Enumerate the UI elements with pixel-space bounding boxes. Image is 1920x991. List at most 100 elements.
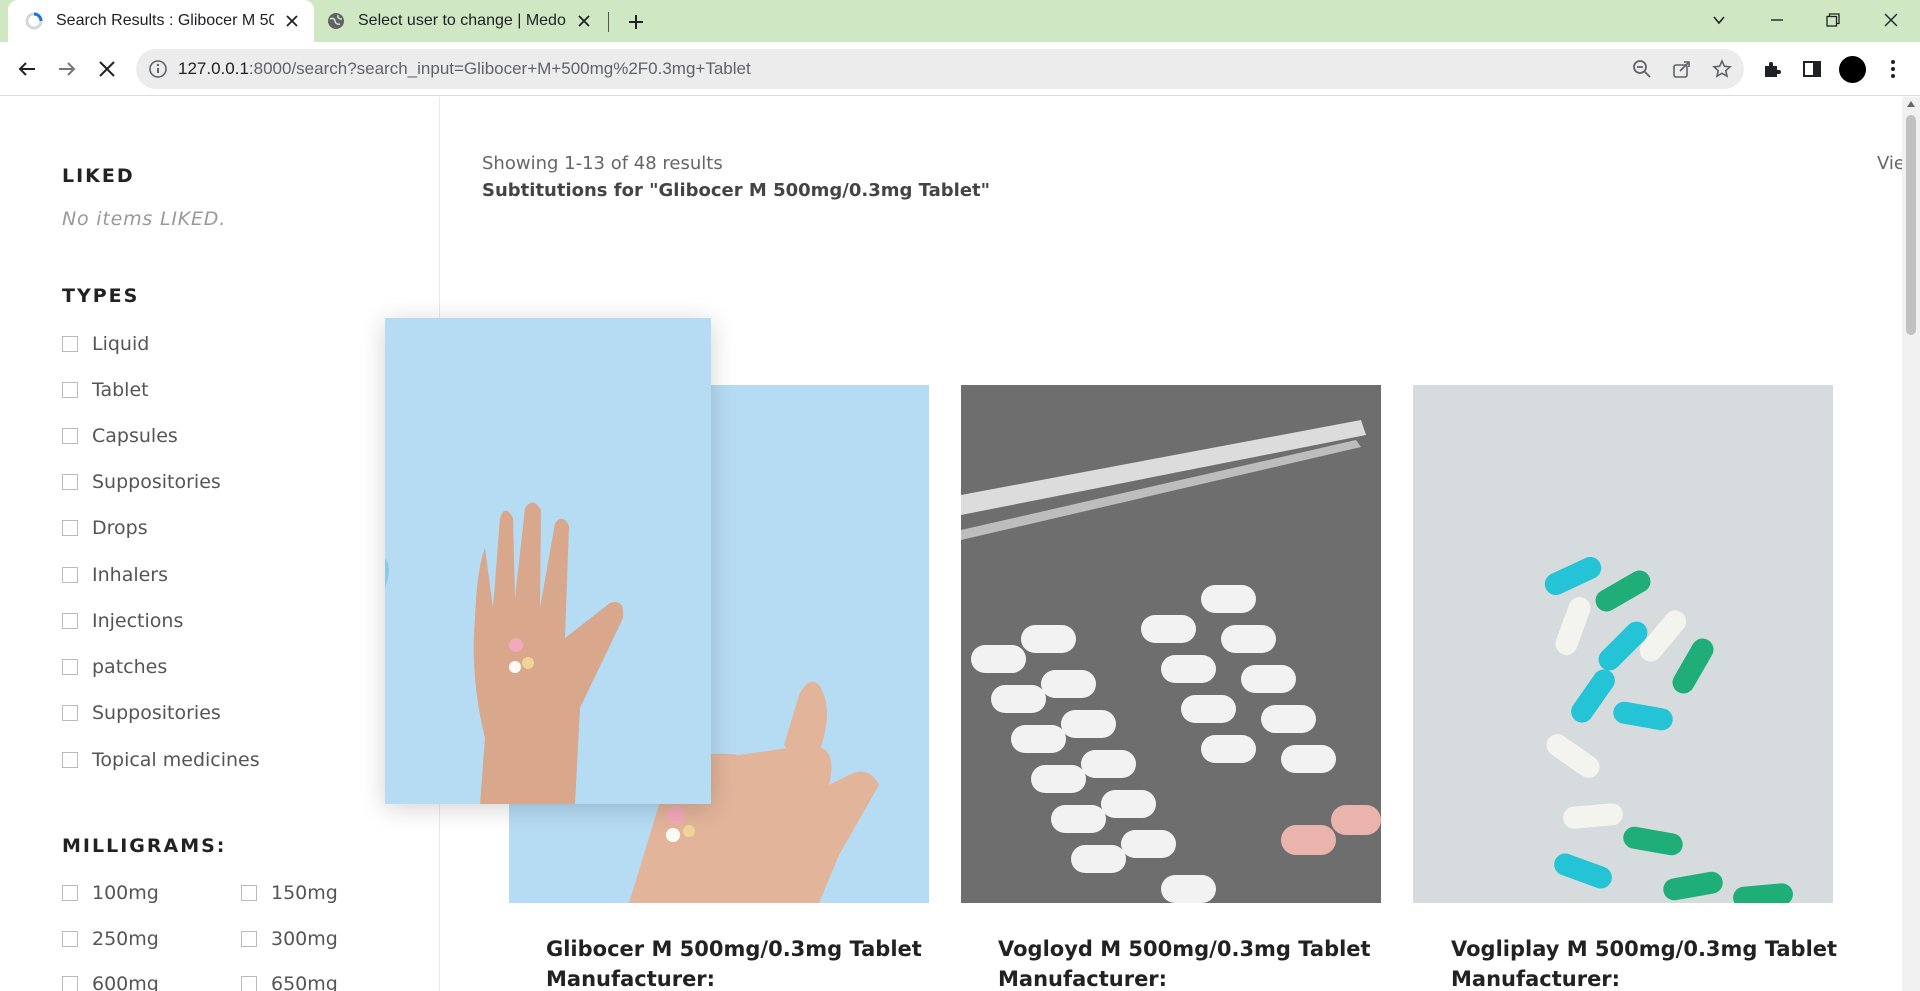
back-button[interactable] [12, 54, 42, 84]
arrow-left-icon [18, 62, 35, 76]
bookmark-star-icon[interactable] [1711, 58, 1733, 80]
close-tab-icon[interactable] [280, 9, 304, 33]
checkbox[interactable] [62, 520, 78, 536]
liked-empty-text: No items LIKED. [62, 208, 227, 230]
milligrams-heading: MILLIGRAMS: [62, 835, 227, 857]
tab-search-results[interactable]: Search Results : Glibocer M 500mg/0.3mg … [8, 0, 314, 42]
product-name[interactable]: Glibocer M 500mg/0.3mg Tablet [546, 937, 922, 961]
close-tab-icon[interactable] [572, 9, 596, 33]
side-panel-icon[interactable] [1798, 55, 1826, 83]
mg-filter-150[interactable]: 150mg [241, 882, 338, 904]
url-path: :8000/search?search_input=Glibocer+M+500… [248, 59, 751, 78]
browser-toolbar: 127.0.0.1:8000/search?search_input=Glibo… [0, 42, 1920, 96]
extensions-puzzle-icon[interactable] [1758, 55, 1786, 83]
checkbox[interactable] [241, 885, 257, 901]
type-label: Tablet [92, 379, 149, 401]
new-tab-button[interactable] [622, 8, 650, 36]
checkbox[interactable] [62, 567, 78, 583]
substitutions-title: Subtitutions for "Glibocer M 500mg/0.3mg… [482, 180, 991, 201]
loading-favicon-icon [25, 12, 43, 30]
tab-search-button[interactable] [1703, 4, 1735, 36]
tablets-tweezers-photo [961, 385, 1381, 903]
close-icon [99, 61, 115, 77]
share-icon[interactable] [1671, 58, 1693, 80]
checkbox[interactable] [62, 885, 78, 901]
product-image-vogliplay[interactable] [1413, 385, 1833, 903]
checkbox[interactable] [241, 931, 257, 947]
tab-separator [608, 12, 609, 32]
type-filter-suppositories[interactable]: Suppositories [62, 471, 221, 493]
checkbox[interactable] [62, 474, 78, 490]
checkbox[interactable] [62, 931, 78, 947]
type-filter-tablet[interactable]: Tablet [62, 379, 149, 401]
checkbox[interactable] [62, 382, 78, 398]
type-filter-topical[interactable]: Topical medicines [62, 749, 260, 771]
type-label: Suppositories [92, 471, 221, 493]
page-scrollbar[interactable] [1902, 97, 1920, 991]
profile-avatar[interactable] [1839, 56, 1866, 83]
tab-strip: Search Results : Glibocer M 500mg/0.3mg … [0, 0, 1920, 42]
mg-label: 100mg [92, 882, 159, 904]
forward-button[interactable] [52, 54, 82, 84]
view-toggle[interactable]: Vie [1877, 153, 1905, 174]
plus-icon [629, 15, 643, 29]
chrome-menu-icon[interactable] [1879, 55, 1907, 83]
mg-filter-650[interactable]: 650mg [241, 973, 338, 991]
product-name[interactable]: Vogloyd M 500mg/0.3mg Tablet [998, 937, 1371, 961]
checkbox[interactable] [62, 752, 78, 768]
chevron-down-icon [1713, 16, 1725, 25]
mg-label: 300mg [271, 928, 338, 950]
liked-heading: LIKED [62, 165, 135, 187]
checkbox[interactable] [62, 336, 78, 352]
type-filter-capsules[interactable]: Capsules [62, 425, 178, 447]
scrollbar-thumb[interactable] [1906, 115, 1916, 335]
product-name[interactable]: Vogliplay M 500mg/0.3mg Tablet [1451, 937, 1837, 961]
type-label: Capsules [92, 425, 178, 447]
stop-loading-button[interactable] [92, 54, 122, 84]
checkbox[interactable] [241, 976, 257, 991]
capsules-photo [1413, 385, 1833, 903]
product-manufacturer: Manufacturer: [998, 967, 1168, 991]
mg-filter-300[interactable]: 300mg [241, 928, 338, 950]
checkbox[interactable] [62, 428, 78, 444]
checkbox[interactable] [62, 613, 78, 629]
mg-filter-100[interactable]: 100mg [62, 882, 159, 904]
info-icon[interactable] [148, 59, 168, 79]
scroll-up-arrow-icon[interactable] [1907, 101, 1915, 107]
type-filter-liquid[interactable]: Liquid [62, 333, 149, 355]
restore-button[interactable] [1817, 4, 1849, 36]
checkbox[interactable] [62, 976, 78, 991]
type-label: patches [92, 656, 168, 678]
tab-title: Select user to change | Medopt Admin [358, 12, 566, 29]
restore-icon [1826, 13, 1840, 27]
page-content: LIKED No items LIKED. TYPES Liquid Table… [0, 97, 1920, 991]
url-host: 127.0.0.1 [178, 59, 249, 78]
type-filter-suppositories-2[interactable]: Suppositories [62, 702, 221, 724]
type-filter-inhalers[interactable]: Inhalers [62, 564, 168, 586]
mg-label: 600mg [92, 973, 159, 991]
checkbox[interactable] [62, 705, 78, 721]
type-label: Topical medicines [92, 749, 260, 771]
product-manufacturer: Manufacturer: [1451, 967, 1621, 991]
minimize-button[interactable] [1761, 4, 1793, 36]
minimize-icon [1771, 19, 1783, 21]
mg-filter-600[interactable]: 600mg [62, 973, 159, 991]
type-filter-patches[interactable]: patches [62, 656, 167, 678]
mg-label: 250mg [92, 928, 159, 950]
tab-admin[interactable]: Select user to change | Medopt Admin [318, 0, 606, 42]
filter-sidebar: LIKED No items LIKED. TYPES Liquid Table… [0, 97, 440, 991]
checkbox[interactable] [62, 659, 78, 675]
type-label: Inhalers [92, 564, 169, 586]
zoom-icon[interactable] [1631, 58, 1653, 80]
mg-filter-250[interactable]: 250mg [62, 928, 159, 950]
results-count: Showing 1-13 of 48 results [482, 153, 723, 174]
type-filter-drops[interactable]: Drops [62, 517, 148, 539]
tab-title: Search Results : Glibocer M 500mg/0.3mg … [56, 12, 274, 29]
url-text[interactable]: 127.0.0.1:8000/search?search_input=Glibo… [178, 59, 751, 79]
product-image-vogloyd[interactable] [961, 385, 1381, 903]
close-window-button[interactable] [1875, 4, 1907, 36]
globe-icon [328, 13, 344, 29]
type-label: Suppositories [92, 702, 221, 724]
type-filter-injections[interactable]: Injections [62, 610, 183, 632]
address-bar[interactable]: 127.0.0.1:8000/search?search_input=Glibo… [136, 49, 1744, 89]
